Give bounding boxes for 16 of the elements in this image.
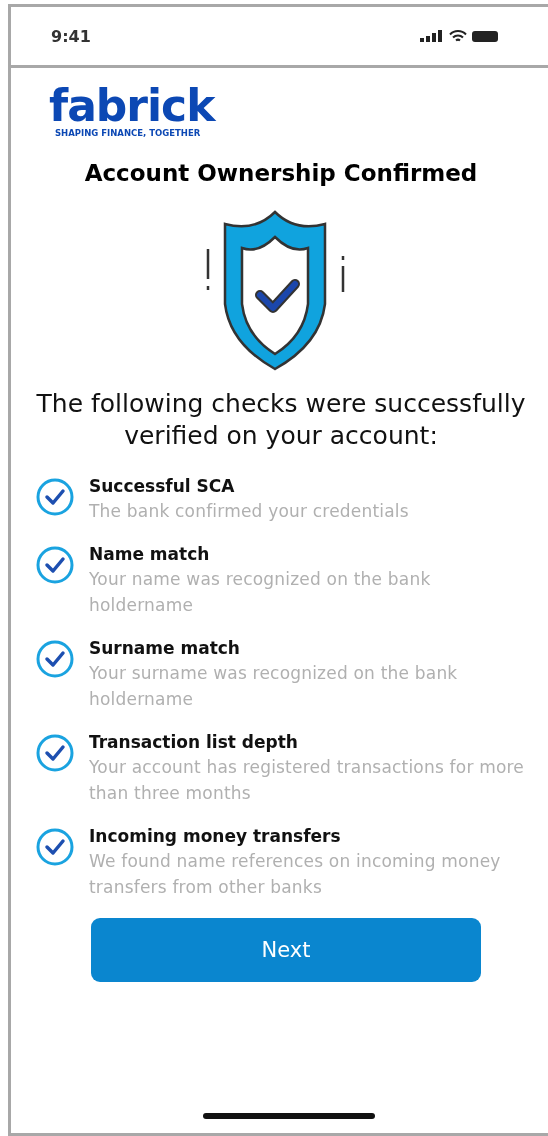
status-time: 9:41: [51, 26, 91, 46]
page-title: Account Ownership Confirmed: [83, 160, 479, 186]
check-title: Name match: [89, 543, 210, 566]
check-description: We found name references on incoming money transfers from other banks: [89, 850, 502, 899]
check-title: Transaction list depth: [89, 731, 298, 754]
check-title: Surname match: [89, 637, 240, 660]
next-button[interactable]: Next: [91, 918, 481, 982]
check-description: Your name was recognized on the bank holdername: [89, 568, 432, 617]
check-description: Your surname was recognized on the bank holdername: [89, 662, 459, 711]
check-description: The bank confirmed your credentials: [89, 500, 409, 523]
brand-tagline: SHAPING FINANCE, TOGETHER: [55, 128, 201, 138]
check-title: Incoming money transfers: [89, 825, 341, 848]
check-title: Successful SCA: [89, 475, 235, 498]
brand-logo: fabrick: [49, 84, 215, 128]
check-description: Your account has registered transactions for more than three months: [89, 756, 526, 805]
intro-text: The following checks were successfully verified on your account:: [35, 388, 527, 452]
